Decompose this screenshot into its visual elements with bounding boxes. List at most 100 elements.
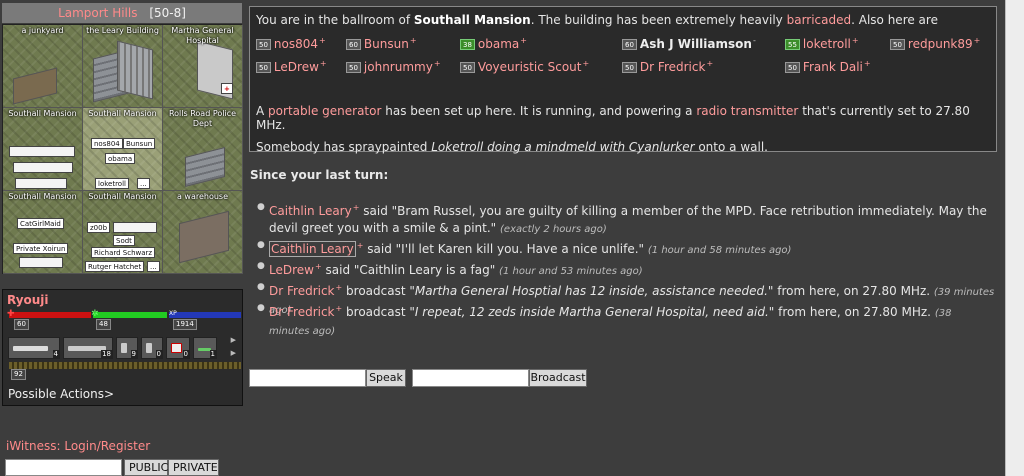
bullet-icon: ● (257, 240, 265, 250)
speech-input[interactable] (249, 369, 366, 387)
person-entry[interactable]: 50 Dr Fredrick+ (622, 59, 713, 74)
event-speaker[interactable]: Dr Fredrick (269, 305, 335, 319)
map-survivor-tag[interactable]: CatGirlMaid (17, 218, 64, 229)
person-entry[interactable]: 50 Voyeuristic Scout+ (460, 59, 589, 74)
building-graphic (13, 67, 57, 105)
map-cell-southall-mansion-sw[interactable]: Southall Mansion CatGirlMaid Private Xoi… (3, 191, 83, 274)
map-survivor-tag (19, 257, 63, 268)
experience-value: 1914 (173, 319, 197, 330)
map-cell-label: Martha General Hospital (171, 26, 234, 45)
speak-button[interactable]: Speak (366, 369, 406, 387)
iwitness-input[interactable] (5, 459, 122, 476)
map-cell-label: a warehouse (176, 192, 229, 201)
map-survivor-tag[interactable]: Private Xoirun (13, 243, 69, 254)
radio-transmitter-link[interactable]: radio transmitter (696, 104, 798, 118)
level-badge: 50 (256, 39, 271, 50)
building-name: Southall Mansion (413, 13, 531, 27)
person-name[interactable]: redpunk89 (908, 37, 973, 51)
person-entry[interactable]: 50 redpunk89+ (890, 36, 980, 51)
syringe-icon[interactable]: 1 (193, 337, 217, 359)
person-name[interactable]: Voyeuristic Scout (478, 60, 582, 74)
map-survivor-tag[interactable]: nos804 (91, 138, 123, 149)
map-survivor-tag[interactable]: Rutger Hatchet (85, 261, 145, 272)
map-cell-police-dept[interactable]: Rolls Road Police Dept (163, 108, 243, 191)
building-graphic (117, 40, 153, 100)
map-cell-current-location[interactable]: Southall Mansion nos804 Bunsun obama lok… (83, 108, 163, 191)
map-survivor-tag (13, 162, 73, 173)
event-speaker[interactable]: Caithlin Leary (269, 204, 352, 218)
level-badge: 60 (346, 39, 361, 50)
map-cell-leary-building[interactable]: the Leary Building (83, 25, 163, 108)
generator-link[interactable]: portable generator (268, 104, 381, 118)
inventory-scroll-up-icon[interactable]: ▶ (231, 336, 236, 344)
main-panel: You are in the ballroom of Southall Mans… (245, 0, 1005, 476)
clip-icon[interactable]: 9 (116, 337, 138, 359)
person-name[interactable]: Bunsun (364, 37, 409, 51)
map-cell-junkyard[interactable]: a junkyard (3, 25, 83, 108)
mid-text: . The building has been extremely heavil… (530, 13, 783, 27)
person-name[interactable]: johnrummy (364, 60, 433, 74)
level-badge: 38 (460, 39, 475, 50)
map-survivor-tag[interactable]: Richard Schwarz (91, 247, 156, 258)
map-survivor-tag (15, 178, 67, 189)
map-survivor-tag[interactable]: Bunsun (123, 138, 156, 149)
event-speaker[interactable]: Dr Fredrick (269, 284, 335, 298)
event-item: ● LeDrew+ said "Caithlin Leary is a fag"… (257, 258, 995, 280)
person-entry[interactable]: 55 loketroll+ (785, 36, 859, 51)
item-icon[interactable]: 0 (141, 337, 163, 359)
map-more-tag[interactable]: ... (147, 261, 160, 272)
map-cell-warehouse[interactable]: a warehouse (163, 191, 243, 274)
person-entry[interactable]: 50 Frank Dali+ (785, 59, 871, 74)
event-text: "Caithlin Leary is a fag" (353, 263, 496, 277)
event-speaker[interactable]: LeDrew (269, 263, 314, 277)
person-name[interactable]: loketroll (803, 37, 851, 51)
map-survivor-tag[interactable]: z00b (87, 222, 111, 233)
possible-actions-link[interactable]: Possible Actions> (8, 387, 114, 401)
broadcast-button[interactable]: Broadcast (529, 369, 587, 387)
map-more-tag[interactable]: ... (137, 178, 150, 189)
person-name[interactable]: nos804 (274, 37, 318, 51)
map-survivor-tag[interactable]: Sodt (113, 235, 135, 246)
gen-mid: has been set up here. It is running, and… (385, 104, 693, 118)
iwitness-private-button[interactable]: PRIVATE (168, 459, 219, 476)
person-entry[interactable]: 60 Ash J Williamson- (622, 36, 756, 51)
event-speaker[interactable]: Caithlin Leary (269, 241, 356, 257)
event-time: (exactly 2 hours ago) (500, 224, 607, 235)
person-name[interactable]: Ash J Williamson (640, 37, 752, 51)
since-last-turn-heading: Since your last turn: (250, 168, 389, 182)
intro-text: You are in the ballroom of (256, 13, 411, 27)
person-entry[interactable]: 50 johnrummy+ (346, 59, 441, 74)
map-cell-hospital[interactable]: Martha General Hospital + (163, 25, 243, 108)
broadcast-input[interactable] (412, 369, 529, 387)
person-entry[interactable]: 50 LeDrew+ (256, 59, 327, 74)
tail-text: . Also here are (851, 13, 938, 27)
player-name[interactable]: Ryouji (7, 293, 49, 307)
person-name[interactable]: Frank Dali (803, 60, 863, 74)
event-item: ● Caithlin Leary + said "I'll let Karen k… (257, 237, 995, 259)
shotgun-icon[interactable]: 18 (63, 337, 113, 359)
inventory-scroll-down-icon[interactable]: ▶ (231, 349, 236, 357)
map-survivor-tag[interactable]: obama (105, 153, 136, 164)
action-points-value: 92 (11, 369, 26, 380)
person-entry[interactable]: 50 nos804+ (256, 36, 326, 51)
first-aid-kit-icon[interactable]: 0 (166, 337, 190, 359)
person-name[interactable]: obama (478, 37, 519, 51)
event-verb: said (367, 242, 392, 256)
contact-mark: + (409, 36, 417, 45)
person-name[interactable]: Dr Fredrick (640, 60, 706, 74)
graffiti-text: Loketroll doing a mindmeld with Cyanlurk… (431, 140, 695, 154)
page-scrollbar[interactable] (1005, 0, 1024, 476)
graffiti-description: Somebody has spraypainted Loketroll doin… (256, 140, 768, 154)
person-name[interactable]: LeDrew (274, 60, 319, 74)
pistol-icon[interactable]: 4 (8, 337, 60, 359)
iwitness-public-button[interactable]: PUBLIC (124, 459, 168, 476)
person-entry[interactable]: 38 obama+ (460, 36, 527, 51)
contact-mark: + (319, 59, 327, 68)
map-cell-southall-mansion-s[interactable]: Southall Mansion z00b Sodt Richard Schwa… (83, 191, 163, 274)
iwitness-login-link[interactable]: Login/Register (64, 439, 150, 453)
map-cell-southall-mansion-w[interactable]: Southall Mansion (3, 108, 83, 191)
person-entry[interactable]: 60 Bunsun+ (346, 36, 417, 51)
barricade-link[interactable]: barricaded (787, 13, 852, 27)
map-survivor-tag[interactable]: loketroll (95, 178, 129, 189)
health-bar (9, 312, 91, 318)
